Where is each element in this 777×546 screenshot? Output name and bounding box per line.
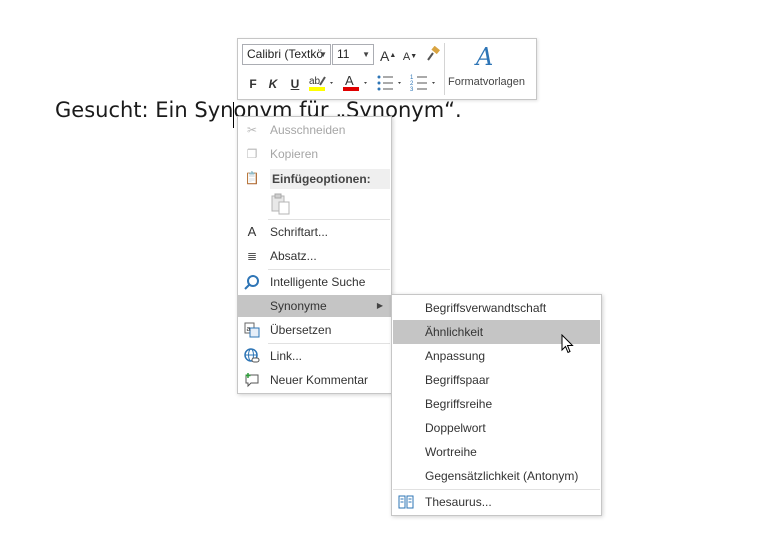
scissors-icon: ✂ — [246, 123, 258, 137]
comment-icon — [244, 372, 260, 388]
underline-label: U — [290, 77, 300, 91]
bullets-button[interactable] — [376, 73, 404, 91]
mouse-cursor-icon — [561, 334, 574, 354]
font-color-icon: A — [343, 73, 367, 91]
synonym-item[interactable]: Begriffsverwandtschaft — [393, 296, 600, 320]
font-size-combo[interactable]: 11 ▼ — [332, 44, 374, 65]
bold-label: F — [249, 77, 257, 91]
italic-button[interactable]: K — [266, 75, 280, 93]
menu-item-smart-lookup[interactable]: Intelligente Suche — [238, 271, 391, 293]
svg-text:ab: ab — [309, 76, 321, 87]
styles-button[interactable]: Formatvorlagen — [448, 76, 525, 88]
menu-separator — [268, 219, 390, 220]
menu-item-paragraph[interactable]: ≣ Absatz... — [238, 245, 391, 267]
synonym-label: Begriffspaar — [425, 373, 490, 387]
font-name-value: Calibri (Textkö — [247, 47, 324, 61]
menu-separator — [268, 269, 390, 270]
synonym-item[interactable]: Begriffsreihe — [393, 392, 600, 416]
menu-item-link[interactable]: Link... — [238, 345, 391, 367]
highlighter-icon: ab — [309, 76, 333, 91]
clipboard-icon — [271, 193, 290, 215]
synonym-label: Begriffsreihe — [425, 397, 493, 411]
svg-text:a: a — [247, 326, 251, 333]
menu-item-new-comment[interactable]: Neuer Kommentar — [238, 369, 391, 391]
font-icon: A — [247, 224, 257, 239]
menu-item-label: Link... — [270, 349, 303, 363]
synonym-label: Begriffsverwandtschaft — [425, 301, 547, 315]
italic-label: K — [268, 77, 278, 91]
synonym-item[interactable]: Gegensätzlichkeit (Antonym) — [393, 464, 600, 488]
chevron-down-icon: ▼ — [319, 50, 327, 59]
menu-item-translate[interactable]: a Übersetzen — [238, 319, 391, 341]
link-icon — [244, 348, 260, 364]
numbering-button[interactable]: 1 2 3 — [410, 73, 438, 93]
menu-item-label: Ausschneiden — [270, 123, 346, 137]
menu-item-font[interactable]: A Schriftart... — [238, 221, 391, 243]
svg-text:3: 3 — [410, 87, 414, 93]
toolbar-separator — [444, 43, 445, 95]
numbering-icon: 1 2 3 — [410, 75, 435, 93]
format-painter-button[interactable] — [424, 45, 442, 64]
grow-font-button[interactable]: A▲ — [380, 47, 396, 65]
menu-item-label: Intelligente Suche — [270, 275, 366, 289]
copy-icon: ❐ — [246, 147, 258, 161]
format-painter-icon — [427, 45, 440, 61]
menu-item-label: Schriftart... — [270, 225, 329, 239]
paste-options-header: Einfügeoptionen: — [270, 169, 390, 189]
menu-item-label: Kopieren — [270, 147, 319, 161]
menu-item-synonyms[interactable]: Synonyme ▶ — [238, 295, 391, 317]
styles-icon[interactable]: A — [476, 43, 493, 71]
text-caret — [233, 102, 234, 128]
mini-toolbar: Calibri (Textkö ▼ 11 ▼ A▲ A▼ F K U ab A — [237, 38, 537, 100]
thesaurus-icon — [398, 494, 414, 510]
thesaurus-label: Thesaurus... — [425, 495, 492, 509]
menu-item-copy[interactable]: ❐ Kopieren — [238, 143, 391, 165]
font-name-combo[interactable]: Calibri (Textkö ▼ — [242, 44, 331, 65]
smart-lookup-icon — [244, 274, 260, 290]
context-menu: ✂ Ausschneiden ❐ Kopieren 📋 Einfügeoptio… — [237, 116, 392, 394]
font-size-value: 11 — [337, 47, 350, 61]
paste-icon: 📋 — [244, 171, 260, 185]
menu-item-label: Neuer Kommentar — [270, 373, 369, 387]
menu-item-label: Absatz... — [270, 249, 317, 263]
synonyms-submenu: Begriffsverwandtschaft Ähnlichkeit Anpas… — [391, 294, 602, 516]
paragraph-icon: ≣ — [246, 249, 258, 263]
synonym-label: Ähnlichkeit — [425, 325, 484, 339]
shrink-font-button[interactable]: A▼ — [402, 48, 418, 66]
chevron-down-icon: ▼ — [362, 50, 370, 59]
chevron-right-icon: ▶ — [376, 301, 383, 310]
bold-button[interactable]: F — [246, 75, 260, 93]
menu-item-label: Synonyme — [270, 299, 327, 313]
synonym-label: Anpassung — [425, 349, 486, 363]
highlight-button[interactable]: ab — [308, 73, 336, 91]
synonym-item[interactable]: Wortreihe — [393, 440, 600, 464]
translate-icon: a — [244, 322, 260, 338]
grow-font-icon: A — [380, 48, 390, 64]
menu-item-label: Übersetzen — [270, 323, 332, 337]
paste-keep-source-button[interactable] — [270, 193, 292, 215]
font-color-button[interactable]: A — [342, 73, 370, 91]
menu-item-cut[interactable]: ✂ Ausschneiden — [238, 119, 391, 141]
synonym-label: Wortreihe — [425, 445, 477, 459]
synonym-item[interactable]: Begriffspaar — [393, 368, 600, 392]
bullets-icon — [377, 75, 401, 91]
menu-separator — [268, 343, 390, 344]
synonym-label: Gegensätzlichkeit (Antonym) — [425, 469, 579, 483]
synonym-label: Doppelwort — [425, 421, 486, 435]
synonym-item[interactable]: Doppelwort — [393, 416, 600, 440]
thesaurus-item[interactable]: Thesaurus... — [393, 490, 600, 514]
underline-button[interactable]: U — [288, 75, 302, 93]
svg-text:A: A — [345, 73, 354, 88]
